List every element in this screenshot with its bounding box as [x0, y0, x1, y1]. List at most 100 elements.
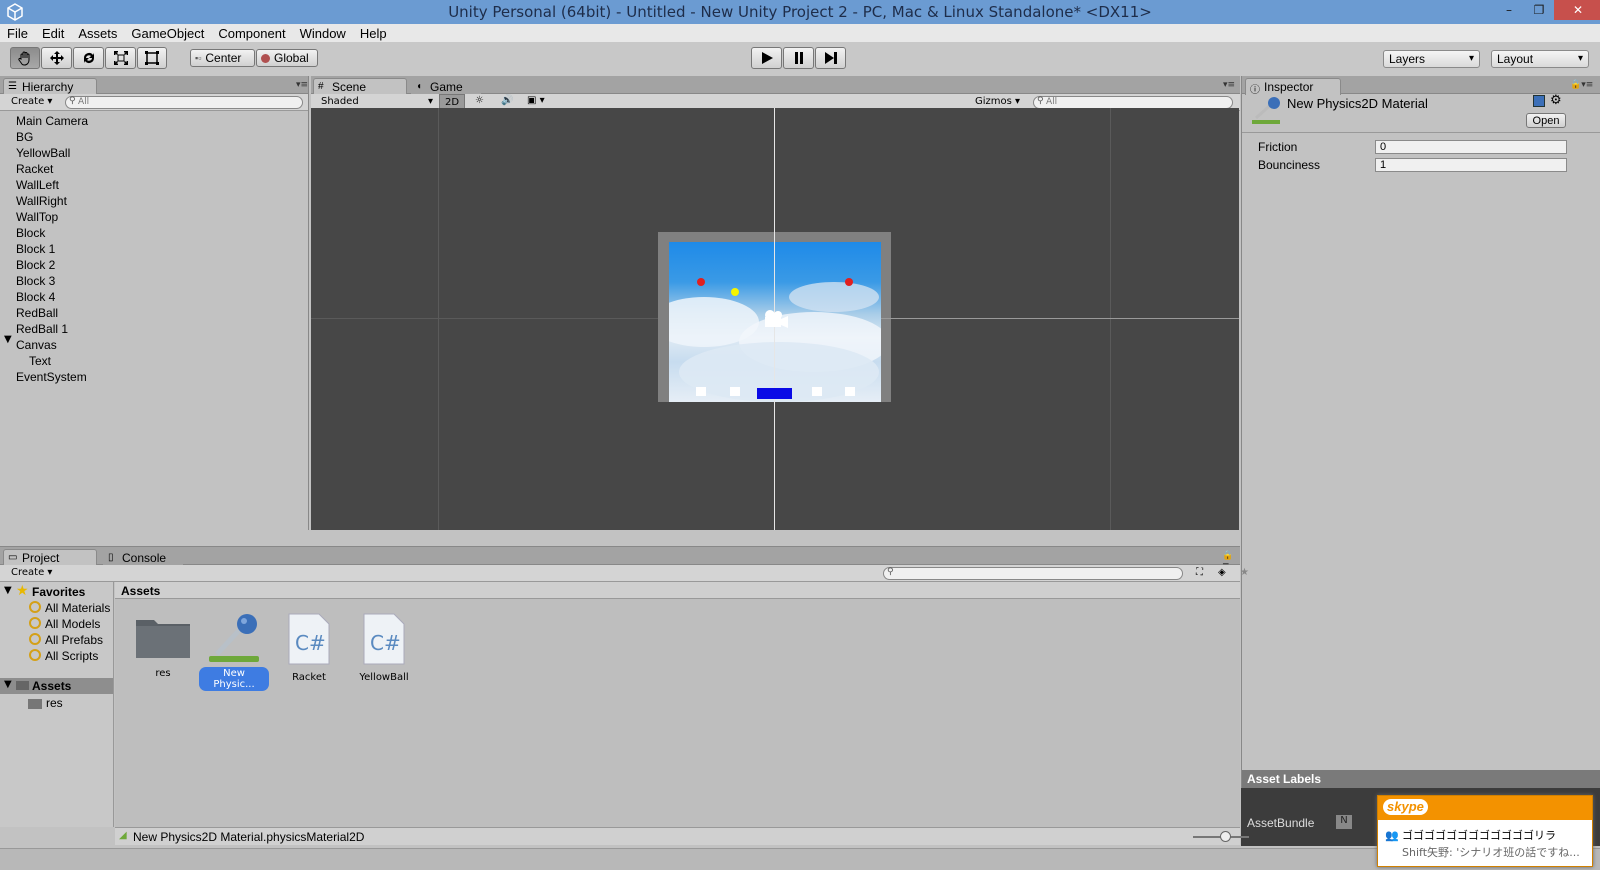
- block-sprite[interactable]: [696, 387, 706, 396]
- minimize-button[interactable]: –: [1494, 0, 1524, 20]
- search-by-type-icon[interactable]: ⛶: [1196, 567, 1203, 578]
- tab-hierarchy[interactable]: ☰ Hierarchy: [3, 78, 97, 95]
- hierarchy-item-redball-1[interactable]: RedBall 1: [16, 322, 68, 336]
- hierarchy-item-wallright[interactable]: WallRight: [16, 194, 67, 208]
- racket-sprite[interactable]: [757, 388, 792, 399]
- open-button[interactable]: Open: [1526, 113, 1566, 128]
- scene-effects-icon[interactable]: ▣ ▾: [527, 95, 545, 106]
- block-3-sprite[interactable]: [845, 387, 855, 396]
- asset-racket-script[interactable]: C# Racket: [274, 612, 344, 684]
- hierarchy-item-wallleft[interactable]: WallLeft: [16, 178, 59, 192]
- assetbundle-dropdown[interactable]: N: [1336, 815, 1352, 829]
- asset-physics-material[interactable]: New Physic...: [199, 612, 269, 691]
- settings-gear-icon[interactable]: ⚙: [1550, 93, 1562, 108]
- hierarchy-item-text[interactable]: Text: [29, 354, 51, 368]
- layout-dropdown[interactable]: Layout: [1491, 50, 1589, 68]
- menu-component[interactable]: Component: [211, 26, 292, 41]
- hierarchy-item-block[interactable]: Block: [16, 226, 45, 240]
- asset-res-folder[interactable]: res: [128, 612, 198, 680]
- scene-viewport[interactable]: [311, 108, 1239, 530]
- hand-tool-button[interactable]: [10, 47, 40, 69]
- hierarchy-item-block-3[interactable]: Block 3: [16, 274, 55, 288]
- hierarchy-item-main-camera[interactable]: Main Camera: [16, 114, 88, 128]
- zoom-slider-thumb[interactable]: [1220, 831, 1231, 842]
- tab-scene[interactable]: # Scene: [313, 78, 407, 95]
- bounciness-field[interactable]: 1: [1375, 158, 1567, 172]
- menu-assets[interactable]: Assets: [71, 26, 124, 41]
- yellowball-sprite[interactable]: [731, 288, 739, 296]
- breadcrumb[interactable]: Assets: [121, 584, 160, 598]
- hierarchy-item-racket[interactable]: Racket: [16, 162, 53, 176]
- hierarchy-item-eventsystem[interactable]: EventSystem: [16, 370, 87, 384]
- expand-arrow-icon[interactable]: ▼: [4, 585, 12, 596]
- hierarchy-search-input[interactable]: All: [65, 96, 303, 109]
- panel-menu-icon[interactable]: ▾≡: [296, 80, 308, 90]
- project-search-input[interactable]: [883, 567, 1183, 580]
- scene-panel-menu-icon[interactable]: ▾≡: [1223, 80, 1235, 90]
- tab-console[interactable]: ▯ Console: [103, 549, 183, 566]
- hierarchy-item-yellowball[interactable]: YellowBall: [16, 146, 70, 160]
- csharp-script-icon: C#: [288, 613, 330, 665]
- friction-field[interactable]: 0: [1375, 140, 1567, 154]
- rotate-tool-button[interactable]: [73, 47, 104, 69]
- favorites-star-icon[interactable]: ★: [1240, 567, 1249, 578]
- redball-1-sprite[interactable]: [845, 278, 853, 286]
- favorite-all-scripts[interactable]: All Scripts: [45, 649, 98, 663]
- menu-file[interactable]: File: [0, 26, 35, 41]
- notification-message: Shift矢野: 'シナリオ班の話ですね...: [1402, 846, 1580, 859]
- search-by-label-icon[interactable]: ◈: [1218, 567, 1226, 578]
- menu-gameobject[interactable]: GameObject: [124, 26, 211, 41]
- favorite-all-models[interactable]: All Models: [45, 617, 100, 631]
- scale-tool-button[interactable]: [105, 47, 136, 69]
- block-1-sprite[interactable]: [730, 387, 740, 396]
- play-button[interactable]: [751, 47, 782, 69]
- menu-window[interactable]: Window: [293, 26, 353, 41]
- hierarchy-create-dropdown[interactable]: Create ▾: [11, 96, 52, 107]
- hierarchy-item-walltop[interactable]: WallTop: [16, 210, 58, 224]
- scene-lighting-icon[interactable]: ☼: [475, 95, 484, 106]
- close-button[interactable]: ✕: [1554, 0, 1600, 20]
- block-2-sprite[interactable]: [812, 387, 822, 396]
- scene-audio-icon[interactable]: 🔊: [501, 95, 513, 106]
- expand-arrow-icon[interactable]: ▼: [4, 334, 12, 345]
- hierarchy-item-block-1[interactable]: Block 1: [16, 242, 55, 256]
- favorite-all-prefabs[interactable]: All Prefabs: [45, 633, 103, 647]
- help-book-icon[interactable]: [1533, 95, 1545, 107]
- pivot-center-toggle[interactable]: ▪▫ Center: [190, 49, 255, 67]
- move-tool-button[interactable]: [41, 47, 72, 69]
- favorites-header[interactable]: Favorites: [32, 585, 85, 599]
- hierarchy-item-canvas[interactable]: Canvas: [16, 338, 57, 352]
- rotate-icon: [83, 53, 94, 63]
- rect-tool-button[interactable]: [137, 47, 167, 69]
- skype-notification[interactable]: skype 👥 ゴゴゴゴゴゴゴゴゴゴゴゴリラ Shift矢野: 'シナリオ班の話…: [1377, 795, 1593, 867]
- space-global-toggle[interactable]: Global: [256, 49, 318, 67]
- pause-button[interactable]: [783, 47, 814, 69]
- tab-inspector[interactable]: ⓘ Inspector: [1245, 78, 1341, 96]
- hierarchy-item-block-2[interactable]: Block 2: [16, 258, 55, 272]
- menu-help[interactable]: Help: [353, 26, 394, 41]
- hierarchy-item-redball[interactable]: RedBall: [16, 306, 58, 320]
- asset-yellowball-script[interactable]: C# YellowBall: [349, 612, 419, 684]
- step-button[interactable]: [815, 47, 846, 69]
- redball-sprite[interactable]: [697, 278, 705, 286]
- menu-edit[interactable]: Edit: [35, 26, 71, 41]
- shading-dropdown[interactable]: Shaded ▾: [321, 96, 433, 107]
- inspector-lock-icon[interactable]: 🔒▾≡: [1570, 80, 1593, 90]
- project-create-dropdown[interactable]: Create ▾: [11, 567, 52, 578]
- bounciness-label: Bounciness: [1258, 158, 1321, 172]
- restore-button[interactable]: ❐: [1524, 0, 1554, 20]
- play-icon: [761, 52, 773, 64]
- gizmos-dropdown[interactable]: Gizmos ▾: [975, 96, 1020, 107]
- camera-gizmo-icon[interactable]: [761, 308, 789, 330]
- asset-labels-header[interactable]: Asset Labels: [1242, 770, 1600, 788]
- assetbundle-label: AssetBundle: [1247, 816, 1315, 830]
- hierarchy-item-block-4[interactable]: Block 4: [16, 290, 55, 304]
- window-title: Unity Personal (64bit) - Untitled - New …: [448, 3, 1152, 21]
- tab-project[interactable]: ▭ Project: [3, 549, 97, 566]
- favorite-all-materials[interactable]: All Materials: [45, 601, 110, 615]
- tree-item-res[interactable]: res: [46, 696, 63, 710]
- layers-dropdown[interactable]: Layers: [1383, 50, 1480, 68]
- tab-game[interactable]: ◖ Game: [411, 78, 481, 95]
- hierarchy-item-bg[interactable]: BG: [16, 130, 33, 144]
- assets-root-row[interactable]: ▼ Assets: [0, 678, 113, 694]
